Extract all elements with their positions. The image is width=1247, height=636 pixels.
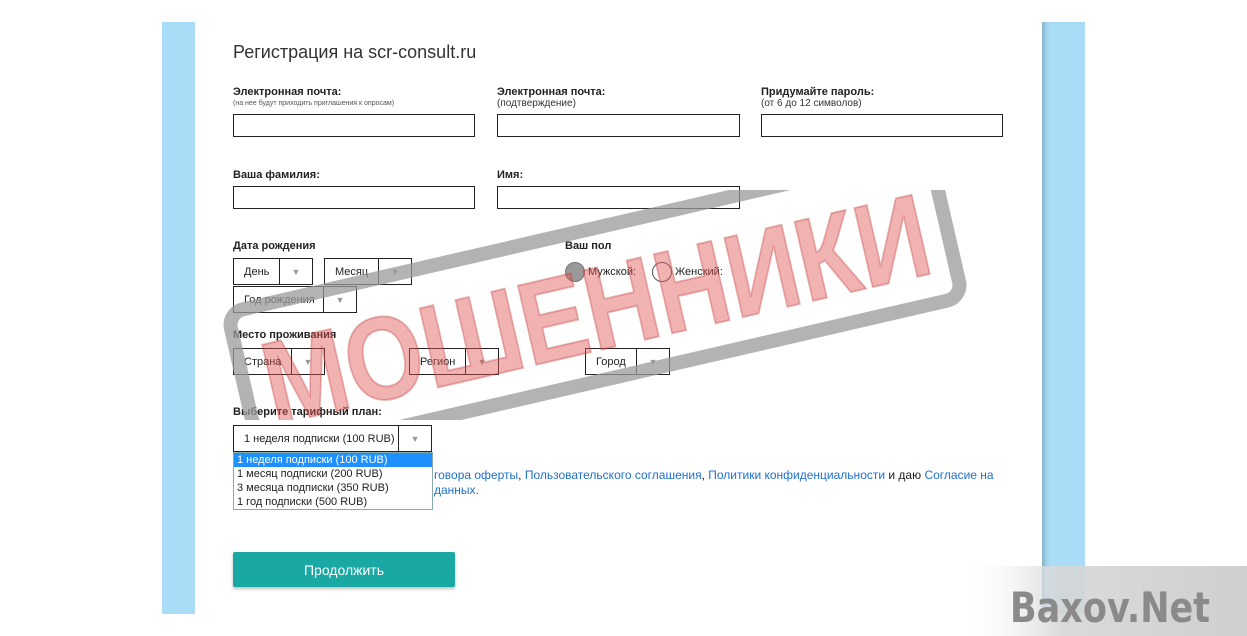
chevron-down-icon: ▼ xyxy=(323,287,356,312)
email-confirm-hint: (подтверждение) xyxy=(497,98,576,109)
gender-label: Ваш пол xyxy=(565,240,612,252)
consent-link-continued[interactable]: данных. xyxy=(434,483,479,497)
email-confirm-label: Электронная почта: xyxy=(497,86,606,98)
radio-icon xyxy=(565,262,585,282)
name-field[interactable] xyxy=(497,186,740,209)
plan-option[interactable]: 3 месяца подписки (350 RUB) xyxy=(234,481,432,495)
gender-female-label: Женский: xyxy=(675,266,723,278)
chevron-down-icon: ▼ xyxy=(465,349,498,374)
terms-mid-text: и даю xyxy=(885,468,925,482)
email-confirm-field[interactable] xyxy=(497,114,740,137)
city-select-value: Город xyxy=(596,355,626,368)
password-field[interactable] xyxy=(761,114,1003,137)
residence-label: Место проживания xyxy=(233,329,337,341)
plan-option[interactable]: 1 месяц подписки (200 RUB) xyxy=(234,467,432,481)
chevron-down-icon: ▼ xyxy=(291,349,324,374)
terms-separator: , xyxy=(518,468,525,482)
plan-option[interactable]: 1 год подписки (500 RUB) xyxy=(234,495,432,509)
registration-panel xyxy=(195,22,1042,614)
password-label: Придумайте пароль: xyxy=(761,86,875,98)
continue-button[interactable]: Продолжить xyxy=(233,552,455,587)
plan-option[interactable]: 1 неделя подписки (100 RUB) xyxy=(234,453,432,467)
left-side-band xyxy=(162,22,195,614)
city-select[interactable]: Город ▼ xyxy=(585,348,670,375)
name-label: Имя: xyxy=(497,169,524,181)
radio-icon xyxy=(652,262,672,282)
chevron-down-icon: ▼ xyxy=(636,349,669,374)
year-select[interactable]: Год рождения ▼ xyxy=(233,286,357,313)
country-select-value: Страна xyxy=(244,355,282,368)
region-select[interactable]: Регион ▼ xyxy=(409,348,499,375)
email-hint: (на нее будут приходить приглашения к оп… xyxy=(233,100,395,107)
password-hint: (от 6 до 12 символов) xyxy=(761,98,862,109)
month-select-value: Месяц xyxy=(335,265,369,278)
consent-link[interactable]: Согласие на xyxy=(924,468,993,482)
chevron-down-icon: ▼ xyxy=(279,259,312,284)
email-field[interactable] xyxy=(233,114,475,137)
day-select[interactable]: День ▼ xyxy=(233,258,313,285)
email-label: Электронная почта: xyxy=(233,86,342,98)
year-select-value: Год рождения xyxy=(244,293,315,306)
terms-text: говора оферты, Пользовательского соглаше… xyxy=(434,468,1004,483)
country-select[interactable]: Страна ▼ xyxy=(233,348,325,375)
birthdate-label: Дата рождения xyxy=(233,240,316,252)
day-select-value: День xyxy=(244,265,270,278)
surname-field[interactable] xyxy=(233,186,475,209)
gender-male-label: Мужской: xyxy=(588,266,637,278)
right-side-band xyxy=(1042,22,1085,614)
user-agreement-link[interactable]: Пользовательского соглашения xyxy=(525,468,702,482)
plan-dropdown-list: 1 неделя подписки (100 RUB) 1 месяц подп… xyxy=(233,452,433,510)
gender-male-radio[interactable]: Мужской: xyxy=(565,262,636,282)
plan-select[interactable]: 1 неделя подписки (100 RUB) ▼ xyxy=(233,425,432,452)
surname-label: Ваша фамилия: xyxy=(233,169,320,181)
chevron-down-icon: ▼ xyxy=(378,259,411,284)
page-title: Регистрация на scr-consult.ru xyxy=(233,42,477,62)
region-select-value: Регион xyxy=(420,355,456,368)
plan-label: Выберите тарифный план: xyxy=(233,406,382,418)
offer-link[interactable]: говора оферты xyxy=(434,468,518,482)
gender-female-radio[interactable]: Женский: xyxy=(652,262,723,282)
month-select[interactable]: Месяц ▼ xyxy=(324,258,412,285)
privacy-policy-link[interactable]: Политики конфиденциальности xyxy=(708,468,885,482)
plan-select-value: 1 неделя подписки (100 RUB) xyxy=(244,432,395,445)
chevron-down-icon: ▼ xyxy=(398,426,431,451)
